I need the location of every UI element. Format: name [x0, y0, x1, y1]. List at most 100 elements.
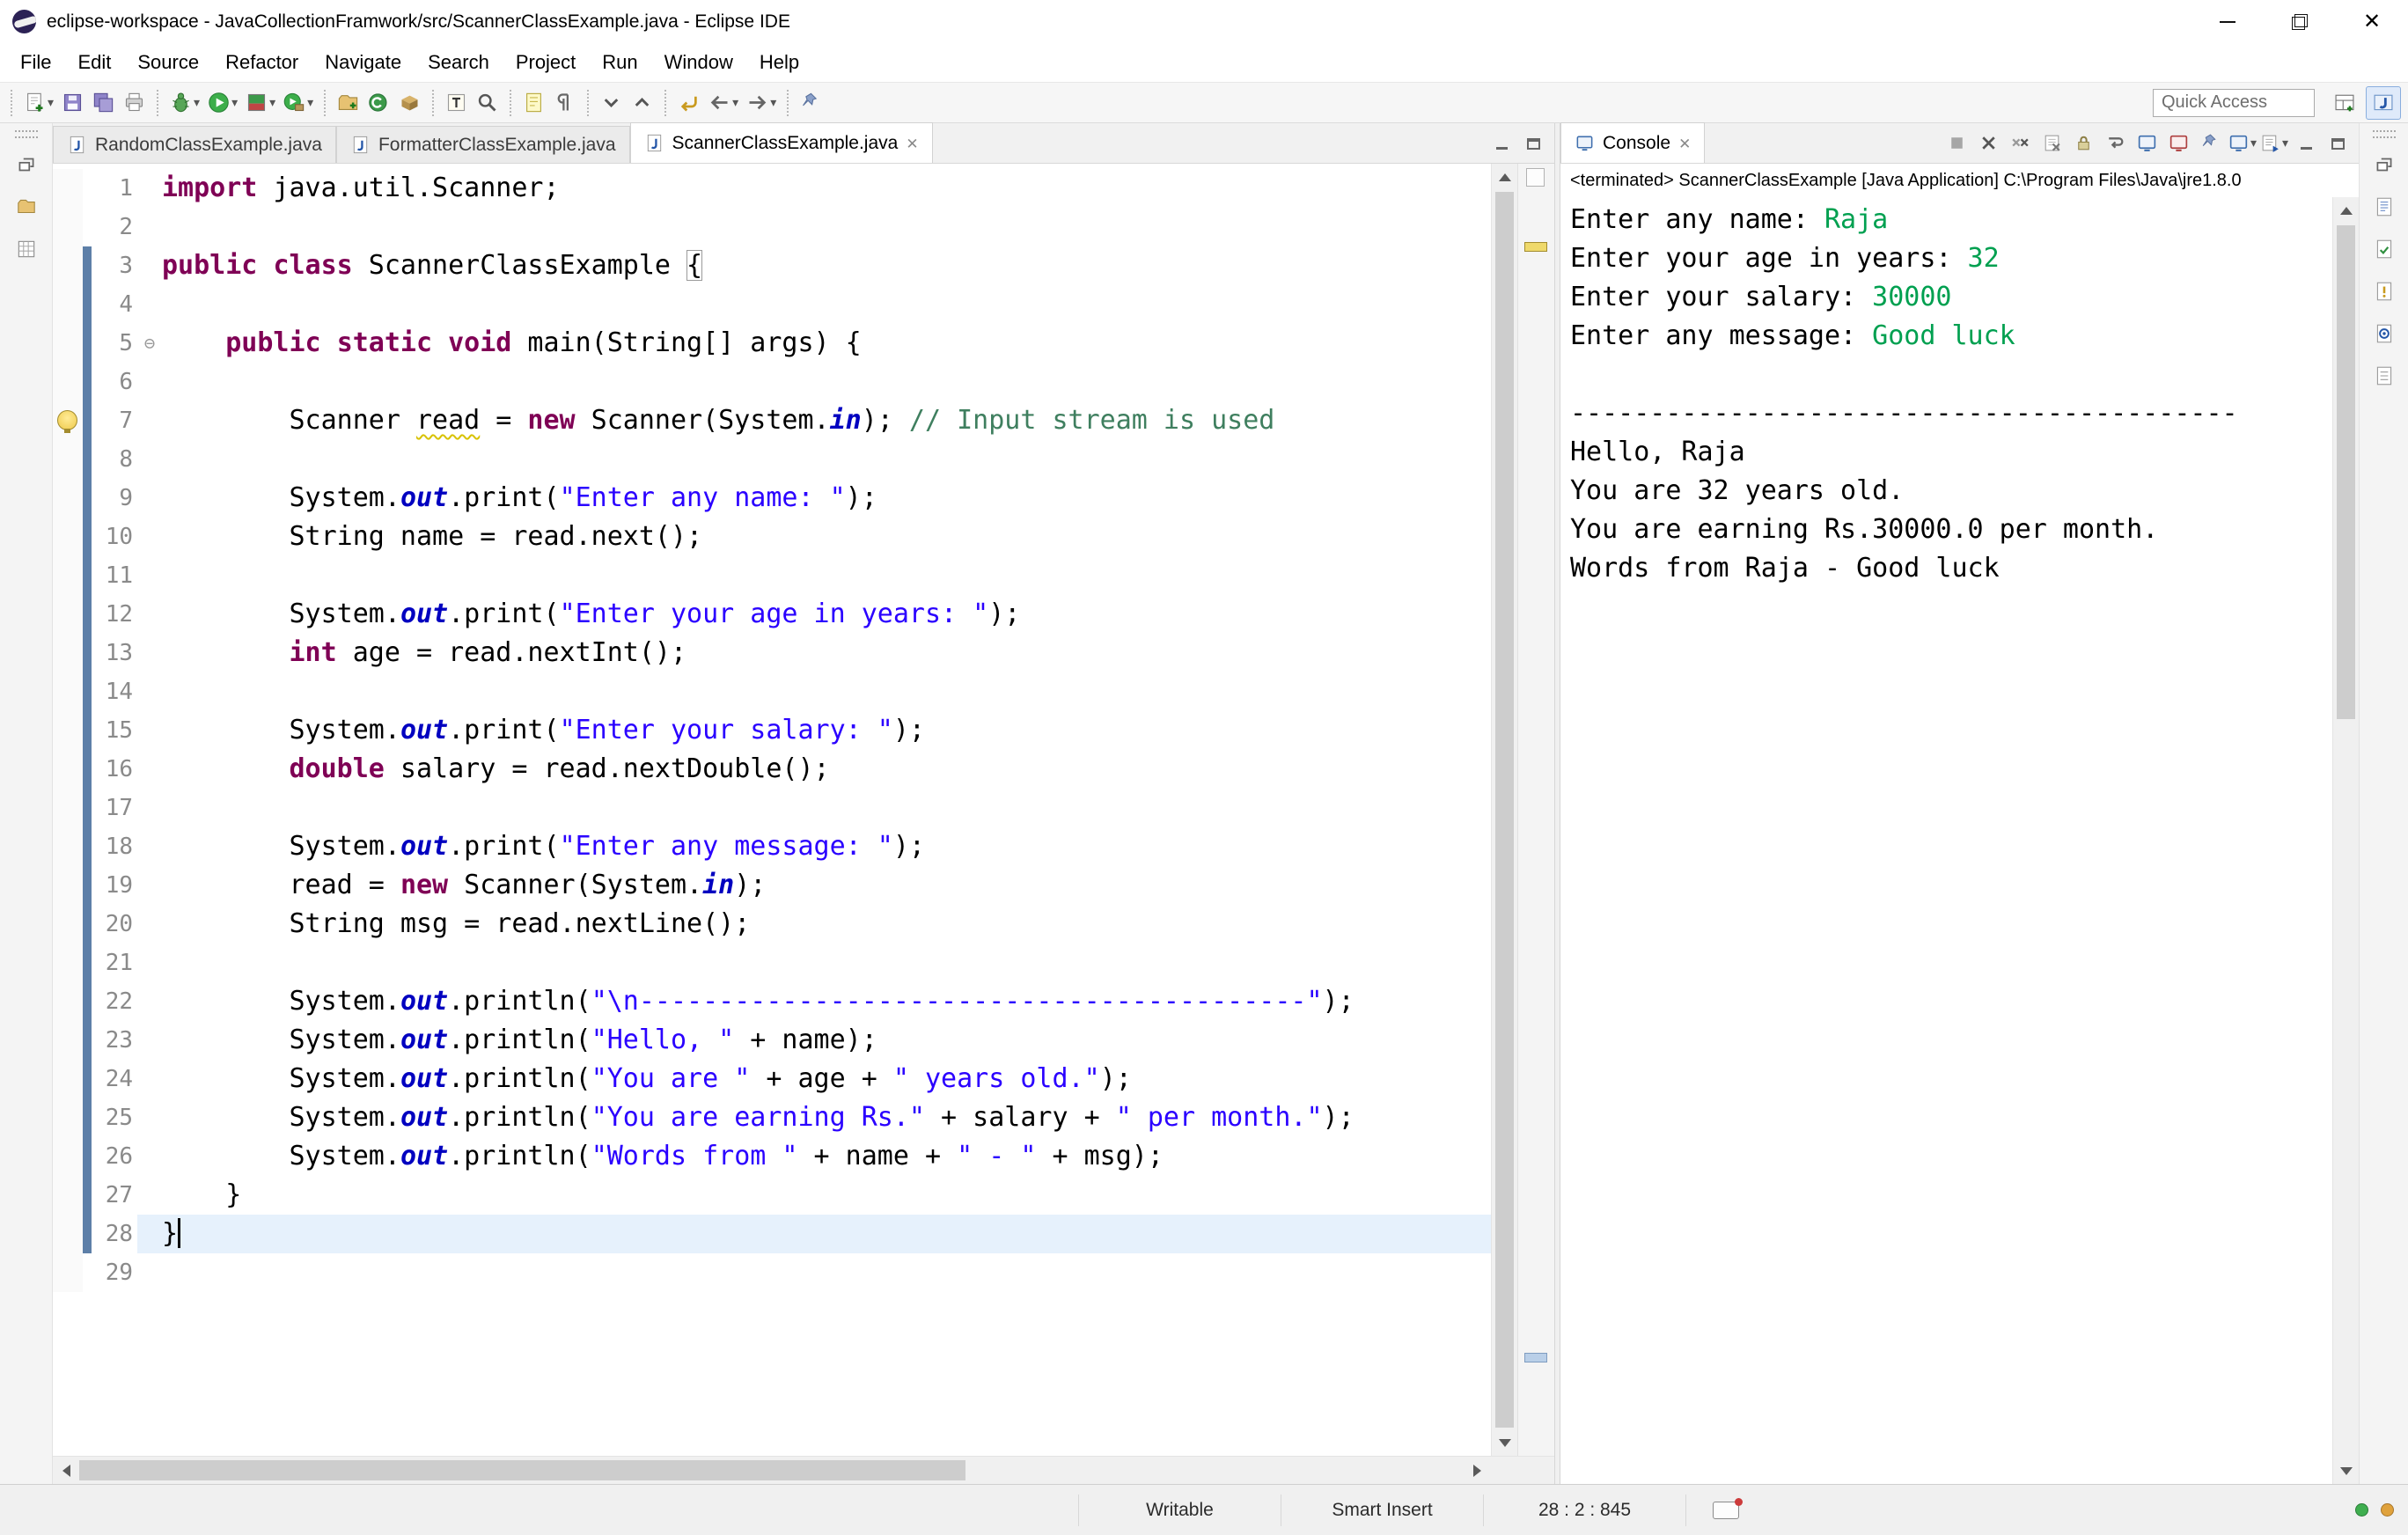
outline-view-button[interactable]	[2367, 191, 2402, 223]
code-text[interactable]: System.out.println("You are " + age + " …	[162, 1060, 1491, 1098]
scroll-up-button[interactable]	[2333, 197, 2359, 224]
code-text[interactable]: System.out.print("Enter your age in year…	[162, 595, 1491, 634]
code-text[interactable]	[162, 672, 1491, 711]
code-text[interactable]	[162, 789, 1491, 827]
clear-console-button[interactable]	[2037, 128, 2067, 158]
package-explorer-view-button[interactable]	[9, 191, 44, 223]
scroll-down-button[interactable]	[2333, 1458, 2359, 1484]
show-whitespace-button[interactable]	[549, 85, 580, 121]
code-text[interactable]: import java.util.Scanner;	[162, 169, 1491, 208]
word-wrap-button[interactable]	[2101, 128, 2130, 158]
new-wizard-button[interactable]	[19, 85, 57, 121]
code-text[interactable]: System.out.println("Words from " + name …	[162, 1137, 1491, 1176]
cursorline-overview-marker[interactable]	[1524, 1353, 1547, 1363]
notifications-icon[interactable]	[2381, 1503, 2394, 1517]
console-vertical-scrollbar[interactable]	[2332, 197, 2359, 1484]
menu-file[interactable]: File	[7, 43, 64, 82]
code-text[interactable]	[162, 1253, 1491, 1292]
code-text[interactable]: }	[162, 1176, 1491, 1215]
close-window-button[interactable]	[2336, 0, 2408, 43]
menu-help[interactable]: Help	[746, 43, 812, 82]
debug-button[interactable]	[165, 85, 203, 121]
next-annotation-button[interactable]	[596, 85, 627, 121]
code-text[interactable]: String msg = read.nextLine();	[162, 905, 1491, 944]
scrollbar-thumb[interactable]	[1495, 192, 1514, 1428]
keyboard-status-icon[interactable]	[1712, 1497, 1743, 1519]
scrollbar-thumb[interactable]	[79, 1460, 965, 1480]
code-line-10[interactable]: 10 String name = read.next();	[53, 518, 1491, 556]
menu-navigate[interactable]: Navigate	[312, 43, 415, 82]
quick-access-input[interactable]: Quick Access	[2153, 88, 2315, 117]
save-all-button[interactable]	[88, 85, 119, 121]
menu-refactor[interactable]: Refactor	[212, 43, 312, 82]
open-perspective-button[interactable]	[2327, 86, 2362, 120]
menu-project[interactable]: Project	[503, 43, 589, 82]
menu-search[interactable]: Search	[415, 43, 503, 82]
scrollbar-track[interactable]	[79, 1457, 1464, 1484]
display-selected-console-button[interactable]	[2228, 128, 2257, 158]
tab-console[interactable]: Console	[1560, 122, 1706, 163]
code-line-18[interactable]: 18 System.out.print("Enter any message: …	[53, 827, 1491, 866]
code-line-17[interactable]: 17	[53, 789, 1491, 827]
declaration-view-button[interactable]	[2367, 360, 2402, 392]
code-text[interactable]	[162, 208, 1491, 246]
maximize-pane-button[interactable]	[2327, 133, 2350, 156]
code-line-28[interactable]: 28}	[53, 1215, 1491, 1253]
remove-launch-button[interactable]	[1974, 128, 2003, 158]
code-line-22[interactable]: 22 System.out.println("\n---------------…	[53, 982, 1491, 1021]
task-list-view-button[interactable]	[2367, 233, 2402, 265]
restore-window-button[interactable]	[2264, 0, 2336, 43]
code-text[interactable]: System.out.print("Enter any message: ");	[162, 827, 1491, 866]
code-line-7[interactable]: 7 Scanner read = new Scanner(System.in);…	[53, 401, 1491, 440]
last-edit-location-button[interactable]	[673, 85, 704, 121]
code-text[interactable]	[162, 440, 1491, 479]
code-line-19[interactable]: 19 read = new Scanner(System.in);	[53, 866, 1491, 905]
code-line-3[interactable]: 3 public class ScannerClassExample {	[53, 246, 1491, 285]
restore-views-button[interactable]	[2367, 149, 2402, 180]
minimize-pane-button[interactable]	[2295, 133, 2318, 156]
menu-run[interactable]: Run	[589, 43, 650, 82]
close-tab-icon[interactable]	[1678, 133, 1691, 154]
javadoc-view-button[interactable]	[2367, 318, 2402, 349]
editor-vertical-scrollbar[interactable]	[1491, 164, 1517, 1456]
code-text[interactable]: String name = read.next();	[162, 518, 1491, 556]
code-text[interactable]: public class ScannerClassExample {	[162, 246, 1491, 285]
warning-marker-icon[interactable]	[57, 410, 77, 433]
background-jobs-icon[interactable]	[2355, 1503, 2368, 1517]
back-button[interactable]	[704, 85, 742, 121]
code-text[interactable]: System.out.println("You are earning Rs."…	[162, 1098, 1491, 1137]
save-button[interactable]	[57, 85, 88, 121]
code-text[interactable]: double salary = read.nextDouble();	[162, 750, 1491, 789]
tab-scannerclassexample-java[interactable]: ScannerClassExample.java	[629, 122, 933, 163]
code-line-5[interactable]: 5 public static void main(String[] args)…	[53, 324, 1491, 363]
code-text[interactable]	[162, 556, 1491, 595]
restore-views-button[interactable]	[9, 149, 44, 180]
code-line-11[interactable]: 11	[53, 556, 1491, 595]
annotation-header[interactable]	[1526, 168, 1545, 187]
java-perspective-button[interactable]	[2366, 85, 2401, 120]
code-text[interactable]: Scanner read = new Scanner(System.in); /…	[162, 401, 1491, 440]
scroll-up-button[interactable]	[1492, 164, 1517, 190]
code-line-23[interactable]: 23 System.out.println("Hello, " + name);	[53, 1021, 1491, 1060]
code-line-8[interactable]: 8	[53, 440, 1491, 479]
minimize-pane-button[interactable]	[1491, 133, 1514, 156]
code-line-24[interactable]: 24 System.out.println("You are " + age +…	[53, 1060, 1491, 1098]
show-console-on-stdout-button[interactable]	[2133, 128, 2162, 158]
warning-overview-marker[interactable]	[1524, 241, 1547, 252]
scroll-lock-button[interactable]	[2069, 128, 2098, 158]
menu-window[interactable]: Window	[651, 43, 746, 82]
code-text[interactable]: int age = read.nextInt();	[162, 634, 1491, 672]
code-line-29[interactable]: 29	[53, 1253, 1491, 1292]
code-text[interactable]: System.out.println("Hello, " + name);	[162, 1021, 1491, 1060]
code-text[interactable]: System.out.print("Enter any name: ");	[162, 479, 1491, 518]
scrollbar-track[interactable]	[1492, 190, 1517, 1429]
fold-collapse-icon[interactable]	[137, 324, 162, 363]
previous-annotation-button[interactable]	[627, 85, 657, 121]
drag-handle[interactable]	[2372, 130, 2396, 138]
forward-button[interactable]	[742, 85, 780, 121]
code-text[interactable]: System.out.print("Enter your salary: ");	[162, 711, 1491, 750]
code-line-13[interactable]: 13 int age = read.nextInt();	[53, 634, 1491, 672]
menu-source[interactable]: Source	[124, 43, 212, 82]
new-java-class-button[interactable]	[363, 85, 394, 121]
new-java-project-button[interactable]	[333, 85, 363, 121]
